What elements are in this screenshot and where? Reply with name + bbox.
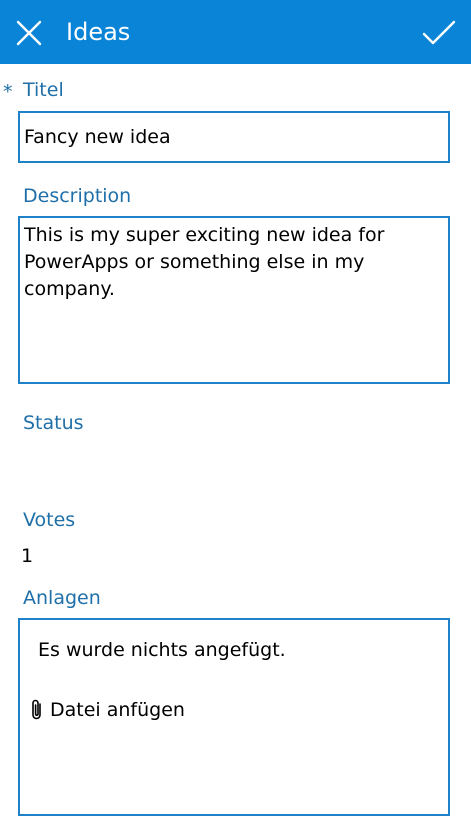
- attachments-label: Anlagen: [23, 587, 101, 609]
- votes-value: 1: [21, 545, 34, 567]
- submit-button[interactable]: [418, 14, 460, 52]
- status-label: Status: [23, 412, 84, 434]
- checkmark-icon: [422, 20, 456, 45]
- title-label: Titel: [23, 79, 64, 101]
- votes-label: Votes: [23, 509, 76, 531]
- close-button[interactable]: [10, 14, 48, 52]
- close-icon: [16, 20, 42, 46]
- attachments-empty-text: Es wurde nichts angefügt.: [38, 639, 286, 661]
- paperclip-icon: [28, 698, 46, 722]
- description-input[interactable]: This is my super exciting new idea for P…: [18, 216, 450, 384]
- required-marker: *: [3, 81, 13, 103]
- description-label: Description: [23, 185, 132, 207]
- edit-form-screen: Ideas * Titel Fancy new idea Description…: [0, 0, 471, 833]
- header-bar: Ideas: [0, 0, 471, 64]
- add-file-label: Datei anfügen: [50, 699, 185, 721]
- page-title: Ideas: [66, 18, 131, 46]
- add-file-button[interactable]: Datei anfügen: [28, 696, 185, 724]
- title-input[interactable]: Fancy new idea: [18, 111, 450, 163]
- attachments-box: Es wurde nichts angefügt. Datei anfügen: [18, 618, 450, 816]
